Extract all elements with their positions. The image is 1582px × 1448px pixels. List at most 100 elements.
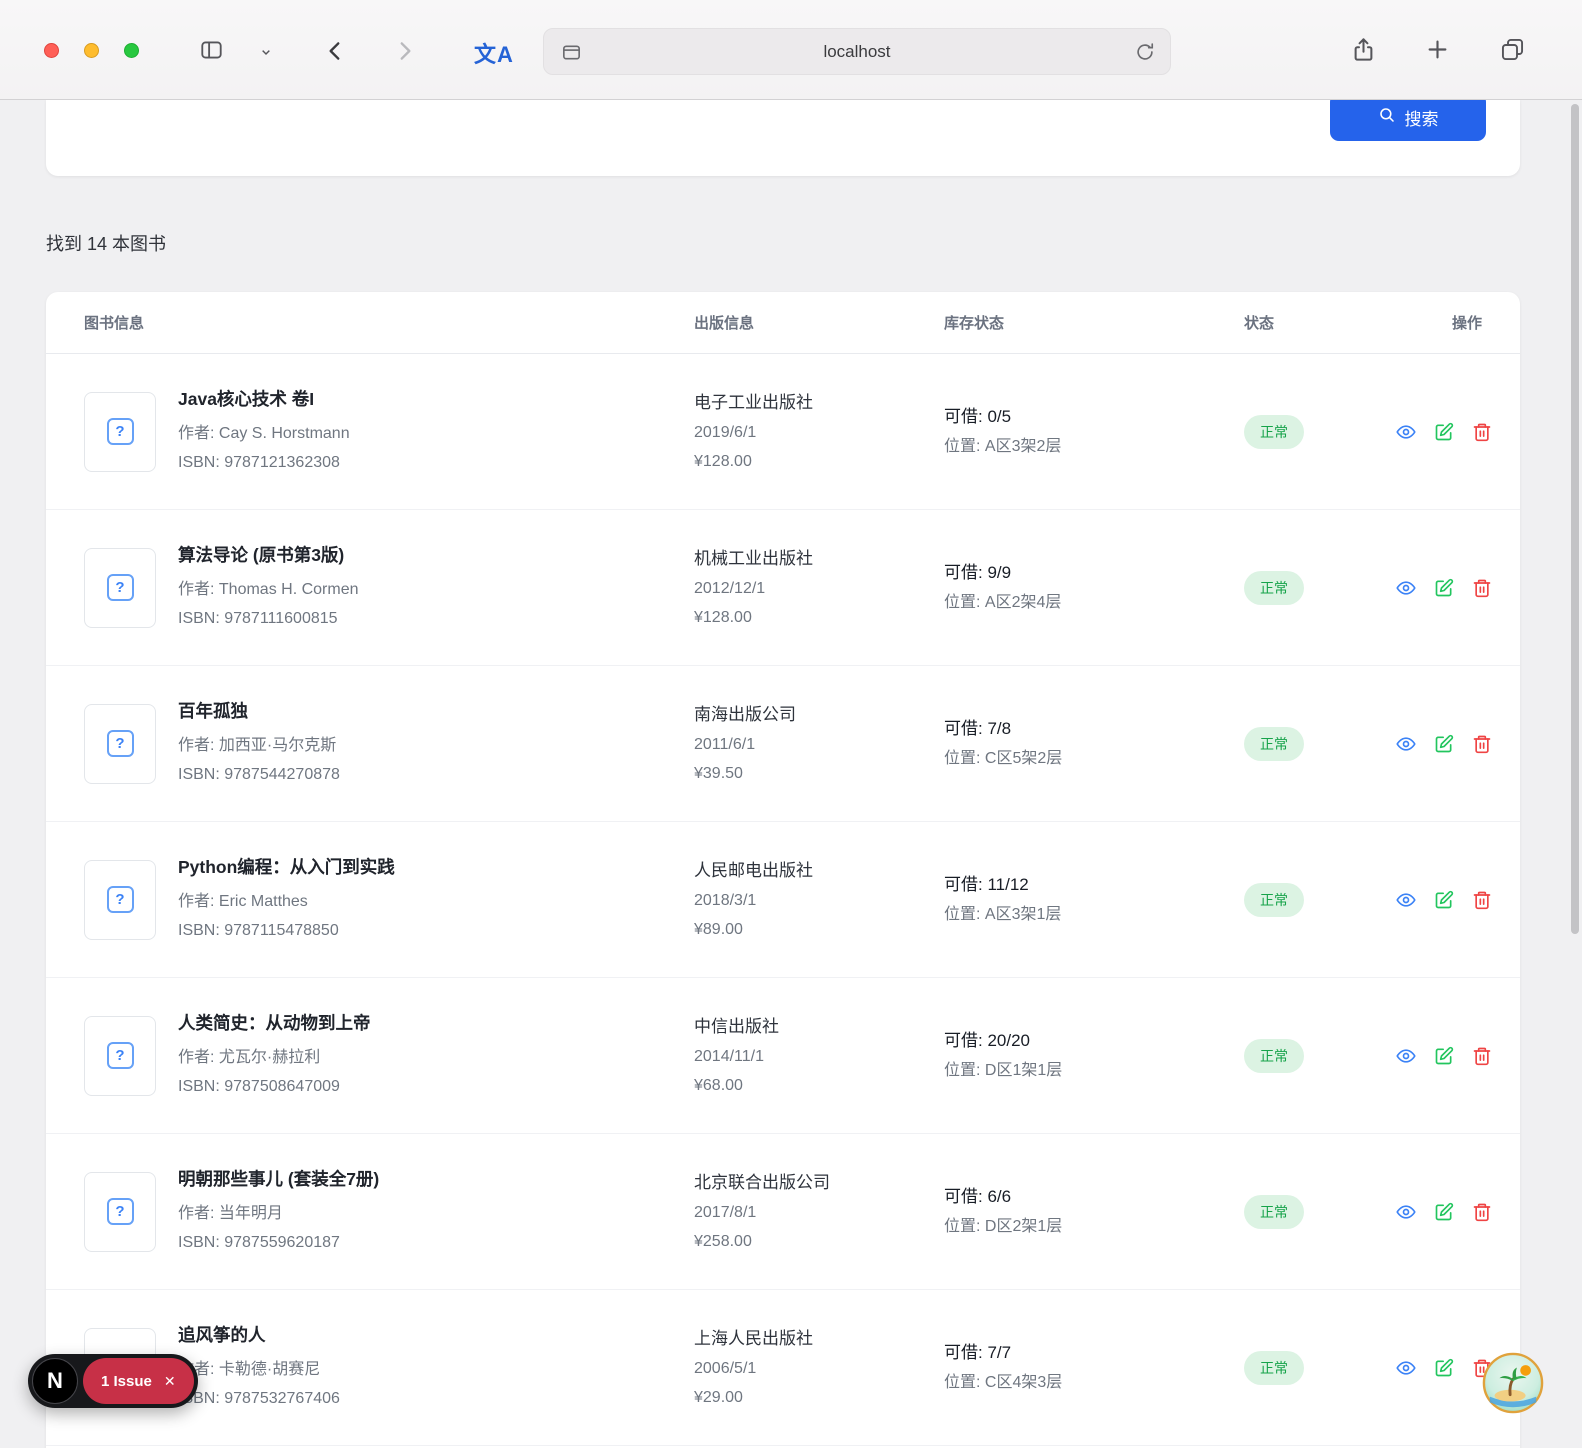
tabs-icon — [1499, 36, 1526, 63]
close-icon[interactable]: ✕ — [164, 1373, 176, 1390]
view-icon[interactable] — [1396, 1202, 1416, 1222]
delete-icon[interactable] — [1472, 734, 1492, 754]
page-icon[interactable] — [560, 41, 583, 69]
back-icon — [322, 38, 348, 64]
results-summary: 找到 14 本图书 — [46, 234, 167, 254]
nextjs-logo-icon[interactable]: N — [32, 1358, 78, 1404]
refresh-icon[interactable] — [1134, 41, 1156, 68]
image-placeholder-icon: ? — [106, 574, 134, 601]
sidebar-toggle-button[interactable] — [198, 37, 225, 63]
edit-icon[interactable] — [1434, 1046, 1454, 1066]
image-placeholder-icon: ? — [106, 1198, 134, 1225]
share-icon — [1350, 36, 1377, 63]
publisher-name: 南海出版公司 — [694, 704, 796, 724]
delete-icon[interactable] — [1472, 1046, 1492, 1066]
view-icon[interactable] — [1396, 422, 1416, 442]
back-button[interactable] — [322, 38, 348, 64]
share-button[interactable] — [1350, 36, 1377, 63]
publish-date: 2012/12/1 — [694, 579, 766, 597]
book-isbn: ISBN: 9787544270878 — [178, 766, 340, 783]
book-author: 作者: Thomas H. Cormen — [178, 581, 359, 598]
address-bar[interactable]: localhost — [543, 28, 1171, 75]
edit-icon[interactable] — [1434, 1202, 1454, 1222]
available-count: 可借: 7/8 — [944, 719, 1012, 738]
view-icon[interactable] — [1396, 1358, 1416, 1378]
edit-icon[interactable] — [1434, 734, 1454, 754]
table-row: ? Python编程：从入门到实践 作者: Eric Matthes ISBN:… — [46, 822, 1520, 978]
view-icon[interactable] — [1396, 890, 1416, 910]
view-icon[interactable] — [1396, 578, 1416, 598]
delete-icon[interactable] — [1472, 578, 1492, 598]
book-cover-placeholder: ? — [84, 859, 156, 940]
edit-icon[interactable] — [1434, 1358, 1454, 1378]
scrollbar-thumb[interactable] — [1571, 104, 1579, 934]
view-icon[interactable] — [1396, 734, 1416, 754]
traffic-light-close[interactable] — [44, 43, 59, 58]
book-table-body: ? Java核心技术 卷I 作者: Cay S. Horstmann ISBN:… — [46, 354, 1520, 1448]
status-badge: 正常 — [1244, 414, 1304, 449]
book-title: 明朝那些事儿 (套装全7册) — [178, 1169, 380, 1189]
book-author: 作者: 加西亚·马尔克斯 — [178, 737, 337, 754]
publish-date: 2011/6/1 — [694, 735, 756, 753]
book-author: 作者: 当年明月 — [178, 1205, 283, 1222]
image-placeholder-icon: ? — [106, 418, 134, 445]
traffic-light-zoom[interactable] — [124, 43, 139, 58]
publisher-name: 机械工业出版社 — [694, 548, 813, 568]
issue-badge[interactable]: 1 Issue ✕ — [83, 1358, 194, 1404]
book-isbn: ISBN: 9787111600815 — [178, 610, 338, 627]
publish-date: 2018/3/1 — [694, 891, 757, 909]
book-isbn: ISBN: 9787532767406 — [178, 1390, 340, 1407]
image-placeholder-icon: ? — [106, 1042, 134, 1069]
table-row: ? 算法导论 (原书第3版) 作者: Thomas H. Cormen ISBN… — [46, 510, 1520, 666]
available-count: 可借: 6/6 — [944, 1187, 1012, 1206]
shelf-location: 位置: D区2架1层 — [944, 1218, 1063, 1235]
publisher-name: 人民邮电出版社 — [694, 860, 813, 880]
available-count: 可借: 7/7 — [944, 1343, 1012, 1362]
search-icon — [1378, 106, 1396, 129]
publish-date: 2017/8/1 — [694, 1203, 757, 1221]
book-author: 作者: Eric Matthes — [178, 893, 308, 910]
table-row: ? 人类简史：从动物到上帝 作者: 尤瓦尔·赫拉利 ISBN: 97875086… — [46, 978, 1520, 1134]
view-icon[interactable] — [1396, 1046, 1416, 1066]
edit-icon[interactable] — [1434, 890, 1454, 910]
available-count: 可借: 0/5 — [944, 407, 1012, 426]
book-cover-placeholder: ? — [84, 547, 156, 628]
translate-icon[interactable]: 文A — [474, 37, 514, 69]
book-price: ¥89.00 — [694, 920, 743, 938]
publish-date: 2014/11/1 — [694, 1047, 764, 1065]
tab-overview-button[interactable] — [1499, 36, 1526, 63]
book-author: 作者: Cay S. Horstmann — [178, 425, 350, 442]
edit-icon[interactable] — [1434, 422, 1454, 442]
plus-icon — [1424, 36, 1451, 63]
delete-icon[interactable] — [1472, 422, 1492, 442]
sidebar-chevron-button[interactable] — [258, 44, 274, 60]
table-row: ? 追风筝的人 作者: 卡勒德·胡赛尼 ISBN: 9787532767406 … — [46, 1290, 1520, 1446]
table-row: ? Java核心技术 卷I 作者: Cay S. Horstmann ISBN:… — [46, 354, 1520, 510]
book-price: ¥29.00 — [694, 1388, 743, 1406]
search-button[interactable]: 搜索 — [1330, 100, 1486, 141]
island-icon[interactable] — [1482, 1352, 1544, 1414]
new-tab-button[interactable] — [1424, 36, 1451, 63]
dev-tools-pill[interactable]: N 1 Issue ✕ — [28, 1354, 198, 1408]
publisher-name: 中信出版社 — [694, 1016, 779, 1036]
book-isbn: ISBN: 9787559620187 — [178, 1234, 340, 1251]
browser-toolbar: 文A localhost — [0, 0, 1582, 100]
status-badge: 正常 — [1244, 882, 1304, 917]
url-text: localhost — [823, 41, 891, 61]
publish-date: 2019/6/1 — [694, 423, 757, 441]
delete-icon[interactable] — [1472, 890, 1492, 910]
book-isbn: ISBN: 9787115478850 — [178, 922, 339, 939]
edit-icon[interactable] — [1434, 578, 1454, 598]
traffic-light-minimize[interactable] — [84, 43, 99, 58]
delete-icon[interactable] — [1472, 1202, 1492, 1222]
status-badge: 正常 — [1244, 1038, 1304, 1073]
publisher-name: 电子工业出版社 — [694, 392, 813, 412]
available-count: 可借: 20/20 — [944, 1031, 1030, 1050]
sidebar-icon — [198, 37, 225, 63]
shelf-location: 位置: D区1架1层 — [944, 1062, 1063, 1079]
search-panel: 搜索 — [46, 100, 1520, 176]
shelf-location: 位置: A区3架2层 — [944, 438, 1062, 455]
available-count: 可借: 9/9 — [944, 563, 1012, 582]
publisher-name: 上海人民出版社 — [694, 1328, 813, 1348]
forward-button[interactable] — [392, 38, 418, 64]
